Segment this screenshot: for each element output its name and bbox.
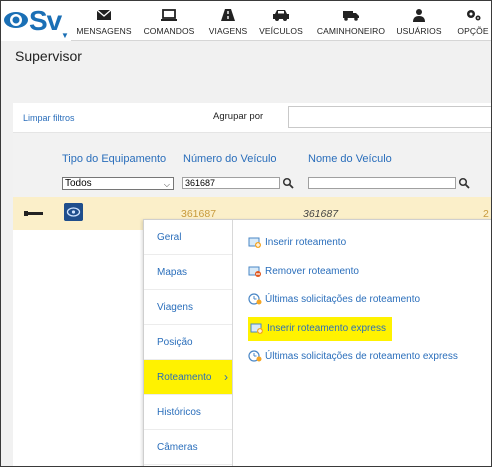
car-icon xyxy=(273,10,289,21)
logo-eye-icon xyxy=(4,12,28,28)
route-add-icon xyxy=(248,237,261,249)
equipment-type-select-value: Todos xyxy=(65,178,92,189)
app-logo[interactable]: Sv ▼ xyxy=(1,1,71,41)
submenu-insert-express-routing[interactable]: Inserir roteamento express xyxy=(248,317,392,341)
menu-item-cameras[interactable]: Câmeras xyxy=(144,430,232,465)
nav-comandos[interactable]: COMANDOS xyxy=(141,1,197,41)
menu-item-label: Câmeras xyxy=(157,442,198,453)
column-header-equipment-type[interactable]: Tipo do Equipamento xyxy=(62,153,166,165)
filter-toolbar: Limpar filtros Agrupar por xyxy=(13,103,491,133)
road-icon xyxy=(221,9,235,21)
nav-mensagens[interactable]: MENSAGENS xyxy=(75,1,133,41)
vehicle-number-filter-input[interactable]: 361687 xyxy=(182,177,280,189)
user-icon xyxy=(413,9,425,22)
top-navigation-bar: Sv ▼ MENSAGENS COMANDOS VIAGENS VEÍCULOS… xyxy=(1,1,491,41)
menu-item-label: Geral xyxy=(157,232,182,243)
mail-icon xyxy=(96,9,112,20)
menu-item-geral[interactable]: Geral xyxy=(144,220,232,255)
clock-route-icon xyxy=(248,293,262,305)
group-by-input[interactable] xyxy=(288,106,491,128)
submenu-last-express-routing-requests[interactable]: Últimas solicitações de roteamento expre… xyxy=(248,348,458,366)
menu-item-posicao[interactable]: Posição xyxy=(144,325,232,360)
menu-item-label: Posição xyxy=(157,337,193,348)
logo-dropdown-icon: ▼ xyxy=(61,31,69,40)
clear-filters-link[interactable]: Limpar filtros xyxy=(23,113,75,123)
table-header: Tipo do Equipamento Número do Veículo No… xyxy=(13,133,491,197)
submenu-label: Inserir roteamento xyxy=(265,237,347,248)
menu-item-label: Roteamento xyxy=(157,372,212,383)
menu-item-viagens[interactable]: Viagens xyxy=(144,290,232,325)
submenu-insert-routing[interactable]: Inserir roteamento xyxy=(248,234,346,252)
laptop-icon xyxy=(161,9,177,21)
search-icon[interactable] xyxy=(458,177,470,189)
equipment-type-icon xyxy=(64,203,83,221)
chevron-right-icon: › xyxy=(224,370,228,384)
truck-icon xyxy=(343,11,359,21)
menu-item-historicos[interactable]: Históricos xyxy=(144,395,232,430)
gear-icon xyxy=(467,10,481,21)
nav-veiculos[interactable]: VEÍCULOS xyxy=(257,1,305,41)
submenu-label: Últimas solicitações de roteamento expre… xyxy=(265,351,458,362)
vehicle-name-filter-input[interactable] xyxy=(308,177,456,189)
clock-route-icon xyxy=(248,350,262,362)
vehicle-context-menu: Geral Mapas Viagens Posição Roteamento ›… xyxy=(143,219,491,466)
row-status-icon xyxy=(24,211,43,216)
menu-item-mapas[interactable]: Mapas xyxy=(144,255,232,290)
group-by-label: Agrupar por xyxy=(213,111,264,122)
submenu-label: Remover roteamento xyxy=(265,266,359,277)
route-express-add-icon xyxy=(250,323,263,335)
nav-viagens[interactable]: VIAGENS xyxy=(203,1,253,41)
menu-item-label: Históricos xyxy=(157,407,201,418)
equipment-type-select[interactable]: Todos ⌵ xyxy=(62,177,174,190)
menu-categories: Geral Mapas Viagens Posição Roteamento ›… xyxy=(144,220,233,466)
column-header-vehicle-name[interactable]: Nome do Veículo xyxy=(308,153,392,165)
chevron-down-icon: ⌵ xyxy=(163,180,170,189)
logo-text: Sv xyxy=(29,5,62,36)
submenu-label: Últimas solicitações de roteamento xyxy=(265,294,421,305)
menu-item-roteamento[interactable]: Roteamento › xyxy=(144,360,232,395)
submenu-remove-routing[interactable]: Remover roteamento xyxy=(248,263,359,281)
submenu-label: Inserir roteamento express xyxy=(267,323,386,334)
menu-item-label: Mapas xyxy=(157,267,188,278)
nav-opcoes[interactable]: OPÇÕE xyxy=(453,1,491,41)
page-header: Supervisor xyxy=(1,41,491,73)
nav-caminhoneiro[interactable]: CAMINHONEIRO xyxy=(313,1,389,41)
route-remove-icon xyxy=(248,266,261,278)
page-title: Supervisor xyxy=(15,48,82,64)
column-header-vehicle-number[interactable]: Número do Veículo xyxy=(183,153,277,165)
nav-usuarios[interactable]: USUÁRIOS xyxy=(395,1,443,41)
search-icon[interactable] xyxy=(282,177,294,189)
submenu-last-routing-requests[interactable]: Últimas solicitações de roteamento xyxy=(248,291,420,309)
application-window: Sv ▼ MENSAGENS COMANDOS VIAGENS VEÍCULOS… xyxy=(0,0,492,467)
menu-item-label: Viagens xyxy=(157,302,193,313)
